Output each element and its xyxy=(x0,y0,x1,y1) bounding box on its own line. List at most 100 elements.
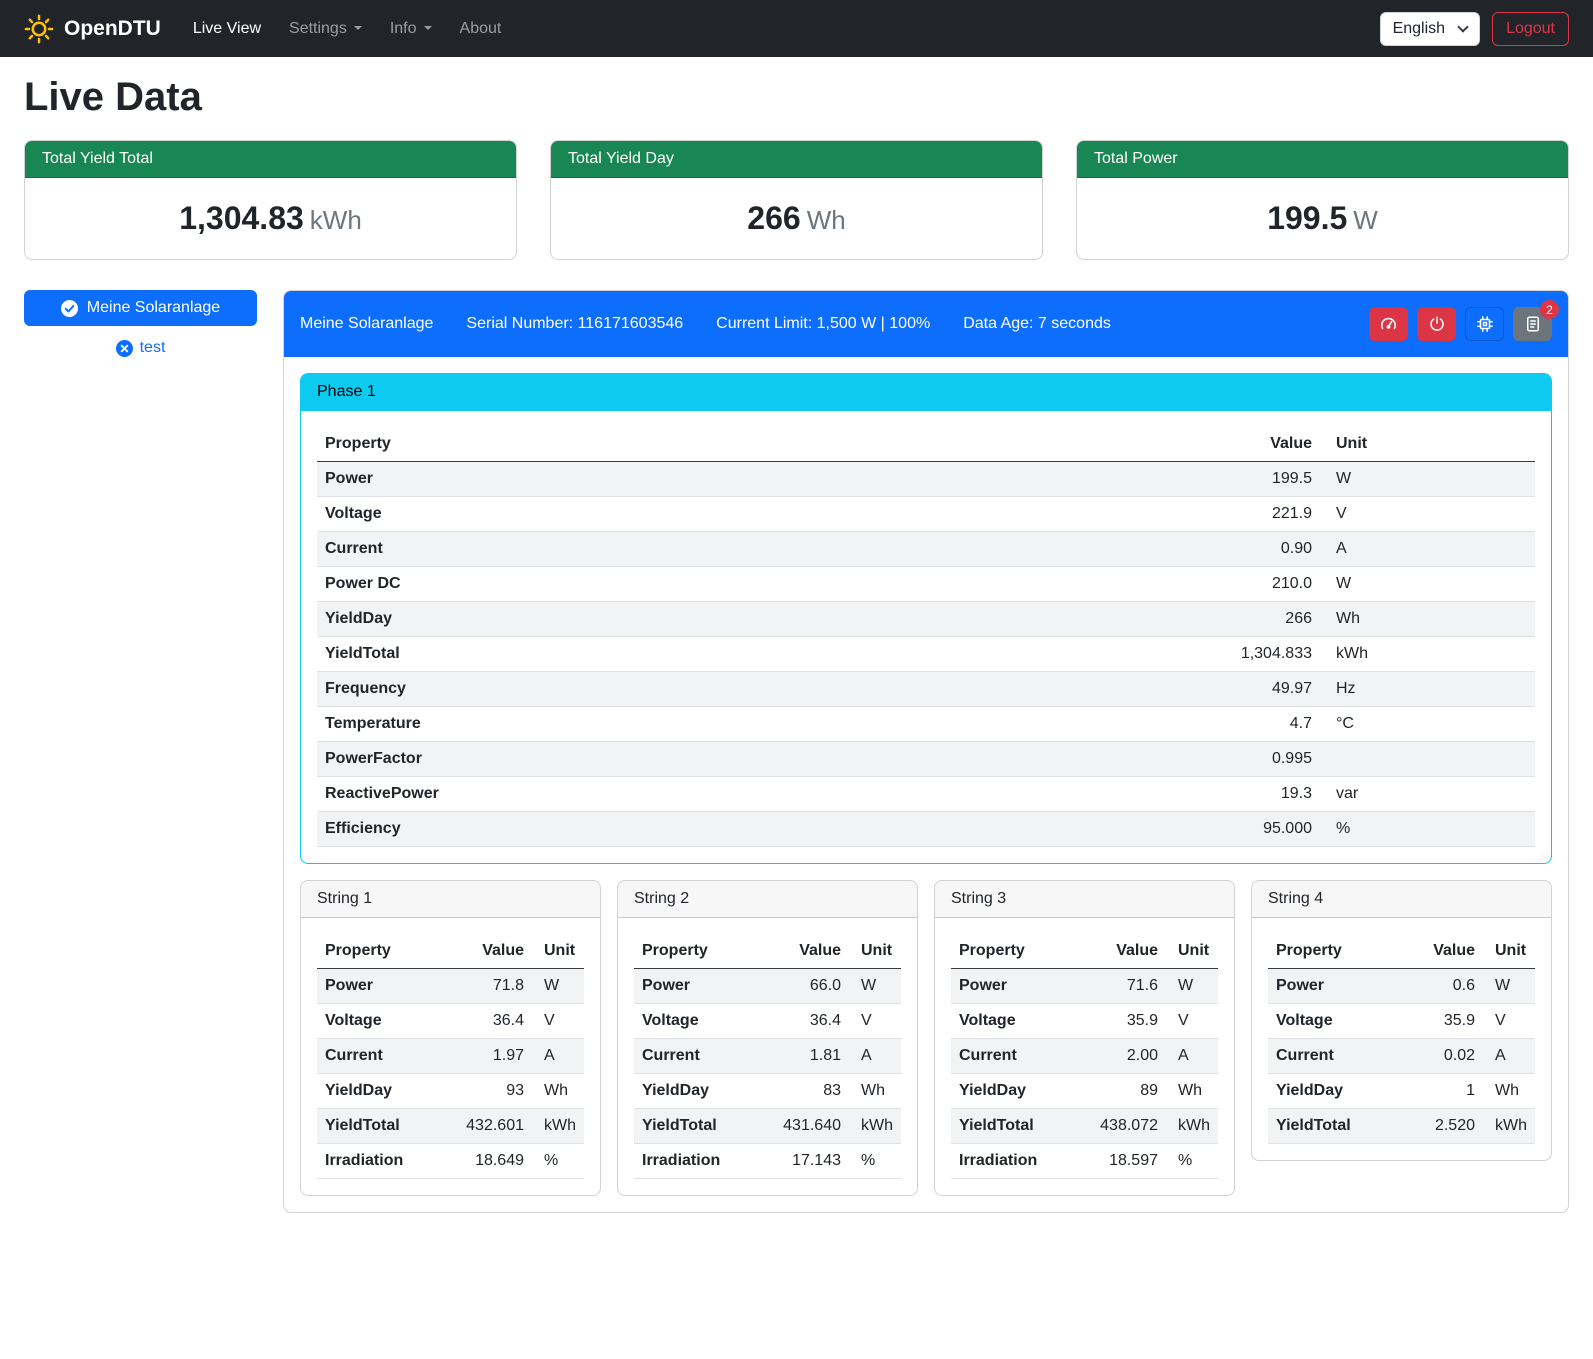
inverter-data-age: Data Age: 7 seconds xyxy=(963,315,1111,333)
property-value: 19.3 xyxy=(1190,777,1320,812)
property-name: Power xyxy=(1268,969,1405,1004)
table-header-row: Property Value Unit xyxy=(634,934,901,969)
inverter-actions: 2 xyxy=(1369,307,1552,341)
column-value: Value xyxy=(454,934,532,969)
summary-card-total-power: Total Power 199.5W xyxy=(1076,140,1569,260)
property-value: 199.5 xyxy=(1190,462,1320,497)
property-value: 0.995 xyxy=(1190,742,1320,777)
event-log-button[interactable]: 2 xyxy=(1513,307,1552,341)
property-value: 18.597 xyxy=(1088,1144,1166,1179)
table-row: Power66.0W xyxy=(634,969,901,1004)
property-unit: kWh xyxy=(1320,637,1535,672)
property-value: 71.8 xyxy=(454,969,532,1004)
inverter-limit: Current Limit: 1,500 W | 100% xyxy=(716,315,930,333)
property-unit: W xyxy=(849,969,901,1004)
table-row: YieldDay266Wh xyxy=(317,602,1535,637)
property-unit: A xyxy=(1320,532,1535,567)
property-name: Power xyxy=(317,969,454,1004)
property-value: 66.0 xyxy=(771,969,849,1004)
property-value: 4.7 xyxy=(1190,707,1320,742)
table-row: Voltage35.9V xyxy=(951,1004,1218,1039)
property-name: Current xyxy=(951,1039,1088,1074)
power-button[interactable] xyxy=(1417,307,1456,341)
inverter-button-label: test xyxy=(140,339,166,357)
string-card-1: String 1 Property Value Unit xyxy=(300,880,601,1196)
property-value: 49.97 xyxy=(1190,672,1320,707)
device-info-button[interactable] xyxy=(1465,307,1504,341)
limit-settings-button[interactable] xyxy=(1369,307,1408,341)
table-row: Power0.6W xyxy=(1268,969,1535,1004)
property-unit: A xyxy=(1166,1039,1218,1074)
inverter-button-meine-solaranlage[interactable]: Meine Solaranlage xyxy=(24,290,257,326)
brand[interactable]: OpenDTU xyxy=(24,14,161,44)
language-select[interactable]: English xyxy=(1380,12,1480,46)
property-unit: % xyxy=(849,1144,901,1179)
property-name: YieldTotal xyxy=(317,637,1190,672)
table-row: YieldTotal2.520kWh xyxy=(1268,1109,1535,1144)
nav-item-info[interactable]: Info xyxy=(390,20,432,38)
property-unit: V xyxy=(1320,497,1535,532)
summary-card-value: 266 xyxy=(747,200,800,236)
inverter-panel: Meine Solaranlage Serial Number: 1161716… xyxy=(283,290,1569,1213)
page-title: Live Data xyxy=(24,75,1569,120)
property-unit: % xyxy=(1166,1144,1218,1179)
journal-icon xyxy=(1524,315,1542,333)
summary-card-unit: W xyxy=(1353,205,1378,235)
summary-card-total-yield-day: Total Yield Day 266Wh xyxy=(550,140,1043,260)
summary-cards: Total Yield Total 1,304.83kWh Total Yiel… xyxy=(24,140,1569,260)
property-unit: W xyxy=(1320,567,1535,602)
property-unit: Wh xyxy=(1166,1074,1218,1109)
column-unit: Unit xyxy=(1166,934,1218,969)
table-row: Efficiency95.000% xyxy=(317,812,1535,847)
table-row: Power199.5W xyxy=(317,462,1535,497)
property-name: Irradiation xyxy=(951,1144,1088,1179)
property-unit xyxy=(1320,742,1535,777)
property-name: Frequency xyxy=(317,672,1190,707)
top-navbar: OpenDTU Live View Settings Info About En… xyxy=(0,0,1593,57)
column-value: Value xyxy=(1405,934,1483,969)
nav-links: Live View Settings Info About xyxy=(193,20,502,38)
nav-item-about[interactable]: About xyxy=(460,20,502,38)
table-row: Power DC210.0W xyxy=(317,567,1535,602)
table-row: YieldTotal431.640kWh xyxy=(634,1109,901,1144)
summary-card-title: Total Yield Day xyxy=(551,141,1042,178)
property-value: 18.649 xyxy=(454,1144,532,1179)
logout-button[interactable]: Logout xyxy=(1492,12,1569,46)
table-row: YieldTotal432.601kWh xyxy=(317,1109,584,1144)
property-value: 221.9 xyxy=(1190,497,1320,532)
nav-item-settings[interactable]: Settings xyxy=(289,20,362,38)
inverter-button-test[interactable]: test xyxy=(116,339,166,357)
property-name: Voltage xyxy=(951,1004,1088,1039)
string-table: Property Value Unit Power71.6WVoltage35.… xyxy=(951,934,1218,1179)
property-name: Current xyxy=(317,1039,454,1074)
string-card-title: String 3 xyxy=(935,881,1234,918)
summary-card-value: 199.5 xyxy=(1267,200,1347,236)
property-value: 17.143 xyxy=(771,1144,849,1179)
phase-card: Phase 1 Property Value Unit Power199.5WV… xyxy=(300,373,1552,864)
property-name: YieldTotal xyxy=(634,1109,771,1144)
property-unit: V xyxy=(1483,1004,1535,1039)
property-value: 95.000 xyxy=(1190,812,1320,847)
property-name: YieldDay xyxy=(317,1074,454,1109)
property-name: YieldDay xyxy=(951,1074,1088,1109)
property-value: 266 xyxy=(1190,602,1320,637)
string-card-title: String 1 xyxy=(301,881,600,918)
table-header-row: Property Value Unit xyxy=(317,427,1535,462)
property-unit: kWh xyxy=(1166,1109,1218,1144)
property-value: 0.6 xyxy=(1405,969,1483,1004)
property-name: Irradiation xyxy=(634,1144,771,1179)
property-value: 93 xyxy=(454,1074,532,1109)
language-select-value: English xyxy=(1393,20,1445,38)
property-name: Voltage xyxy=(317,497,1190,532)
table-row: Power71.6W xyxy=(951,969,1218,1004)
table-row: Temperature4.7°C xyxy=(317,707,1535,742)
summary-card-total-yield-total: Total Yield Total 1,304.83kWh xyxy=(24,140,517,260)
summary-card-unit: kWh xyxy=(310,205,362,235)
property-value: 1.97 xyxy=(454,1039,532,1074)
property-value: 35.9 xyxy=(1088,1004,1166,1039)
nav-item-live-view[interactable]: Live View xyxy=(193,20,261,38)
check-circle-icon xyxy=(61,300,78,317)
property-name: YieldDay xyxy=(1268,1074,1405,1109)
property-value: 83 xyxy=(771,1074,849,1109)
property-name: YieldDay xyxy=(634,1074,771,1109)
